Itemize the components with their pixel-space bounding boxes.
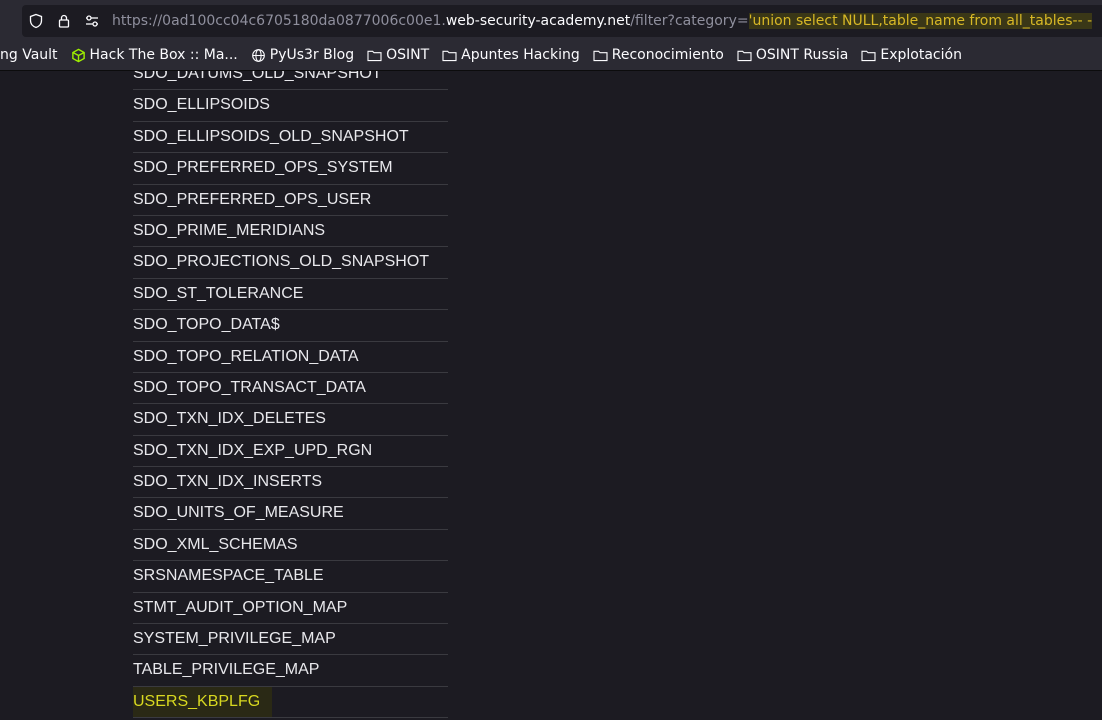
table-row: TABLE_PRIVILEGE_MAP xyxy=(133,655,448,687)
browser-toolbar: https://0ad100cc04c6705180da0877006c00e1… xyxy=(0,0,1102,71)
folder-icon xyxy=(442,49,457,62)
table-name: SDO_ELLIPSOIDS_OLD_SNAPSHOT xyxy=(133,127,409,145)
table-name: SDO_TXN_IDX_DELETES xyxy=(133,410,326,428)
bookmark-label: OSINT Russia xyxy=(755,47,849,63)
table-row: SRSNAMESPACE_TABLE xyxy=(133,561,448,593)
table-name: SDO_PRIME_MERIDIANS xyxy=(133,221,326,239)
table-name: SDO_TXN_IDX_INSERTS xyxy=(133,473,323,491)
table-name: SDO_PREFERRED_OPS_USER xyxy=(133,190,372,208)
table-row: SDO_ELLIPSOIDS xyxy=(133,90,448,122)
table-name: SDO_TOPO_RELATION_DATA xyxy=(133,347,359,365)
url-path: /filter?category= xyxy=(630,13,749,29)
table-row: SDO_TXN_IDX_INSERTS xyxy=(133,467,448,499)
table-row: SDO_TXN_IDX_DELETES xyxy=(133,404,448,436)
table-row: SDO_TOPO_RELATION_DATA xyxy=(133,342,448,373)
table-row: SDO_XML_SCHEMAS xyxy=(133,530,448,562)
htb-cube-icon xyxy=(71,48,86,63)
table-name: SRSNAMESPACE_TABLE xyxy=(133,567,324,585)
table-row: SDO_PRIME_MERIDIANS xyxy=(133,216,448,248)
folder-icon xyxy=(593,49,608,62)
table-name: SDO_TXN_IDX_EXP_UPD_RGN xyxy=(133,441,373,459)
folder-icon xyxy=(367,49,382,62)
table-name: SDO_TOPO_TRANSACT_DATA xyxy=(133,378,366,396)
table-row: SDO_PREFERRED_OPS_USER xyxy=(133,185,448,216)
bookmark-hackthebox[interactable]: Hack The Box :: Ma... xyxy=(71,47,238,63)
table-name: SDO_ST_TOLERANCE xyxy=(133,284,304,302)
folder-icon xyxy=(861,49,876,62)
bookmark-label: Apuntes Hacking xyxy=(461,47,580,63)
bookmarks-toolbar: ng Vault Hack The Box :: Ma... PyUs3r Bl… xyxy=(0,41,1102,69)
table-row: SDO_ELLIPSOIDS_OLD_SNAPSHOT xyxy=(133,122,448,154)
url-prefix: https://0ad100cc04c6705180da0877006c00e1… xyxy=(112,13,446,29)
bookmark-vault[interactable]: ng Vault xyxy=(0,47,58,63)
table-name: SDO_DATUMS_OLD_SNAPSHOT xyxy=(133,71,382,82)
bookmark-folder-reconocimiento[interactable]: Reconocimiento xyxy=(593,47,724,63)
bookmark-label: ng Vault xyxy=(0,47,58,63)
table-row: SDO_PROJECTIONS_OLD_SNAPSHOT xyxy=(133,247,448,279)
url-text[interactable]: https://0ad100cc04c6705180da0877006c00e1… xyxy=(112,13,1102,29)
lock-icon[interactable] xyxy=(50,5,78,37)
table-row: STMT_AUDIT_OPTION_MAP xyxy=(133,593,448,625)
bookmark-pyus3r-blog[interactable]: PyUs3r Blog xyxy=(251,47,354,63)
table-row: SYSTEM_PRIVILEGE_MAP xyxy=(133,624,448,656)
table-row: SDO_UNITS_OF_MEASURE xyxy=(133,498,448,530)
address-bar[interactable]: https://0ad100cc04c6705180da0877006c00e1… xyxy=(22,5,1102,37)
table-name: SDO_ELLIPSOIDS xyxy=(133,96,270,114)
table-name: SYSTEM_PRIVILEGE_MAP xyxy=(133,630,336,648)
globe-icon xyxy=(251,48,266,63)
permissions-icon[interactable] xyxy=(78,5,106,37)
table-row: SDO_TOPO_DATA$ xyxy=(133,310,448,342)
shield-icon[interactable] xyxy=(22,5,50,37)
bookmark-label: PyUs3r Blog xyxy=(269,47,355,63)
table-row-highlighted: USERS_KBPLFG xyxy=(133,686,448,719)
url-host: web-security-academy.net xyxy=(445,13,631,29)
table-name: SDO_XML_SCHEMAS xyxy=(133,535,298,553)
bookmark-label: Hack The Box :: Ma... xyxy=(89,47,238,63)
table-name: STMT_AUDIT_OPTION_MAP xyxy=(133,598,348,616)
table-row: SDO_ST_TOLERANCE xyxy=(133,279,448,311)
bookmark-folder-explotacion[interactable]: Explotación xyxy=(861,47,962,63)
table-row: SDO_DATUMS_OLD_SNAPSHOT xyxy=(133,71,448,91)
table-name: SDO_PREFERRED_OPS_SYSTEM xyxy=(133,159,393,177)
table-row: SDO_PREFERRED_OPS_SYSTEM xyxy=(133,153,448,185)
table-name: SDO_UNITS_OF_MEASURE xyxy=(133,504,344,522)
bookmark-folder-osint-russia[interactable]: OSINT Russia xyxy=(737,47,849,63)
page-content: SDO_DATUMS_OLD_SNAPSHOT SDO_ELLIPSOIDS S… xyxy=(0,71,1102,720)
folder-icon xyxy=(737,49,752,62)
table-row: SDO_TXN_IDX_EXP_UPD_RGN xyxy=(133,436,448,468)
bookmark-label: Reconocimiento xyxy=(611,47,724,63)
bookmark-label: OSINT xyxy=(386,47,430,63)
table-name-highlighted: USERS_KBPLFG xyxy=(133,686,273,717)
bookmark-folder-apuntes-hacking[interactable]: Apuntes Hacking xyxy=(442,47,580,63)
table-name: SDO_PROJECTIONS_OLD_SNAPSHOT xyxy=(133,253,430,271)
table-name: TABLE_PRIVILEGE_MAP xyxy=(133,661,320,679)
url-injection-payload: 'union select NULL,table_name from all_t… xyxy=(748,13,1093,29)
table-name: SDO_TOPO_DATA$ xyxy=(133,316,280,334)
bookmark-folder-osint[interactable]: OSINT xyxy=(367,47,429,63)
bookmark-label: Explotación xyxy=(880,47,962,63)
table-names-list: SDO_DATUMS_OLD_SNAPSHOT SDO_ELLIPSOIDS S… xyxy=(133,71,448,719)
table-row: SDO_TOPO_TRANSACT_DATA xyxy=(133,373,448,405)
